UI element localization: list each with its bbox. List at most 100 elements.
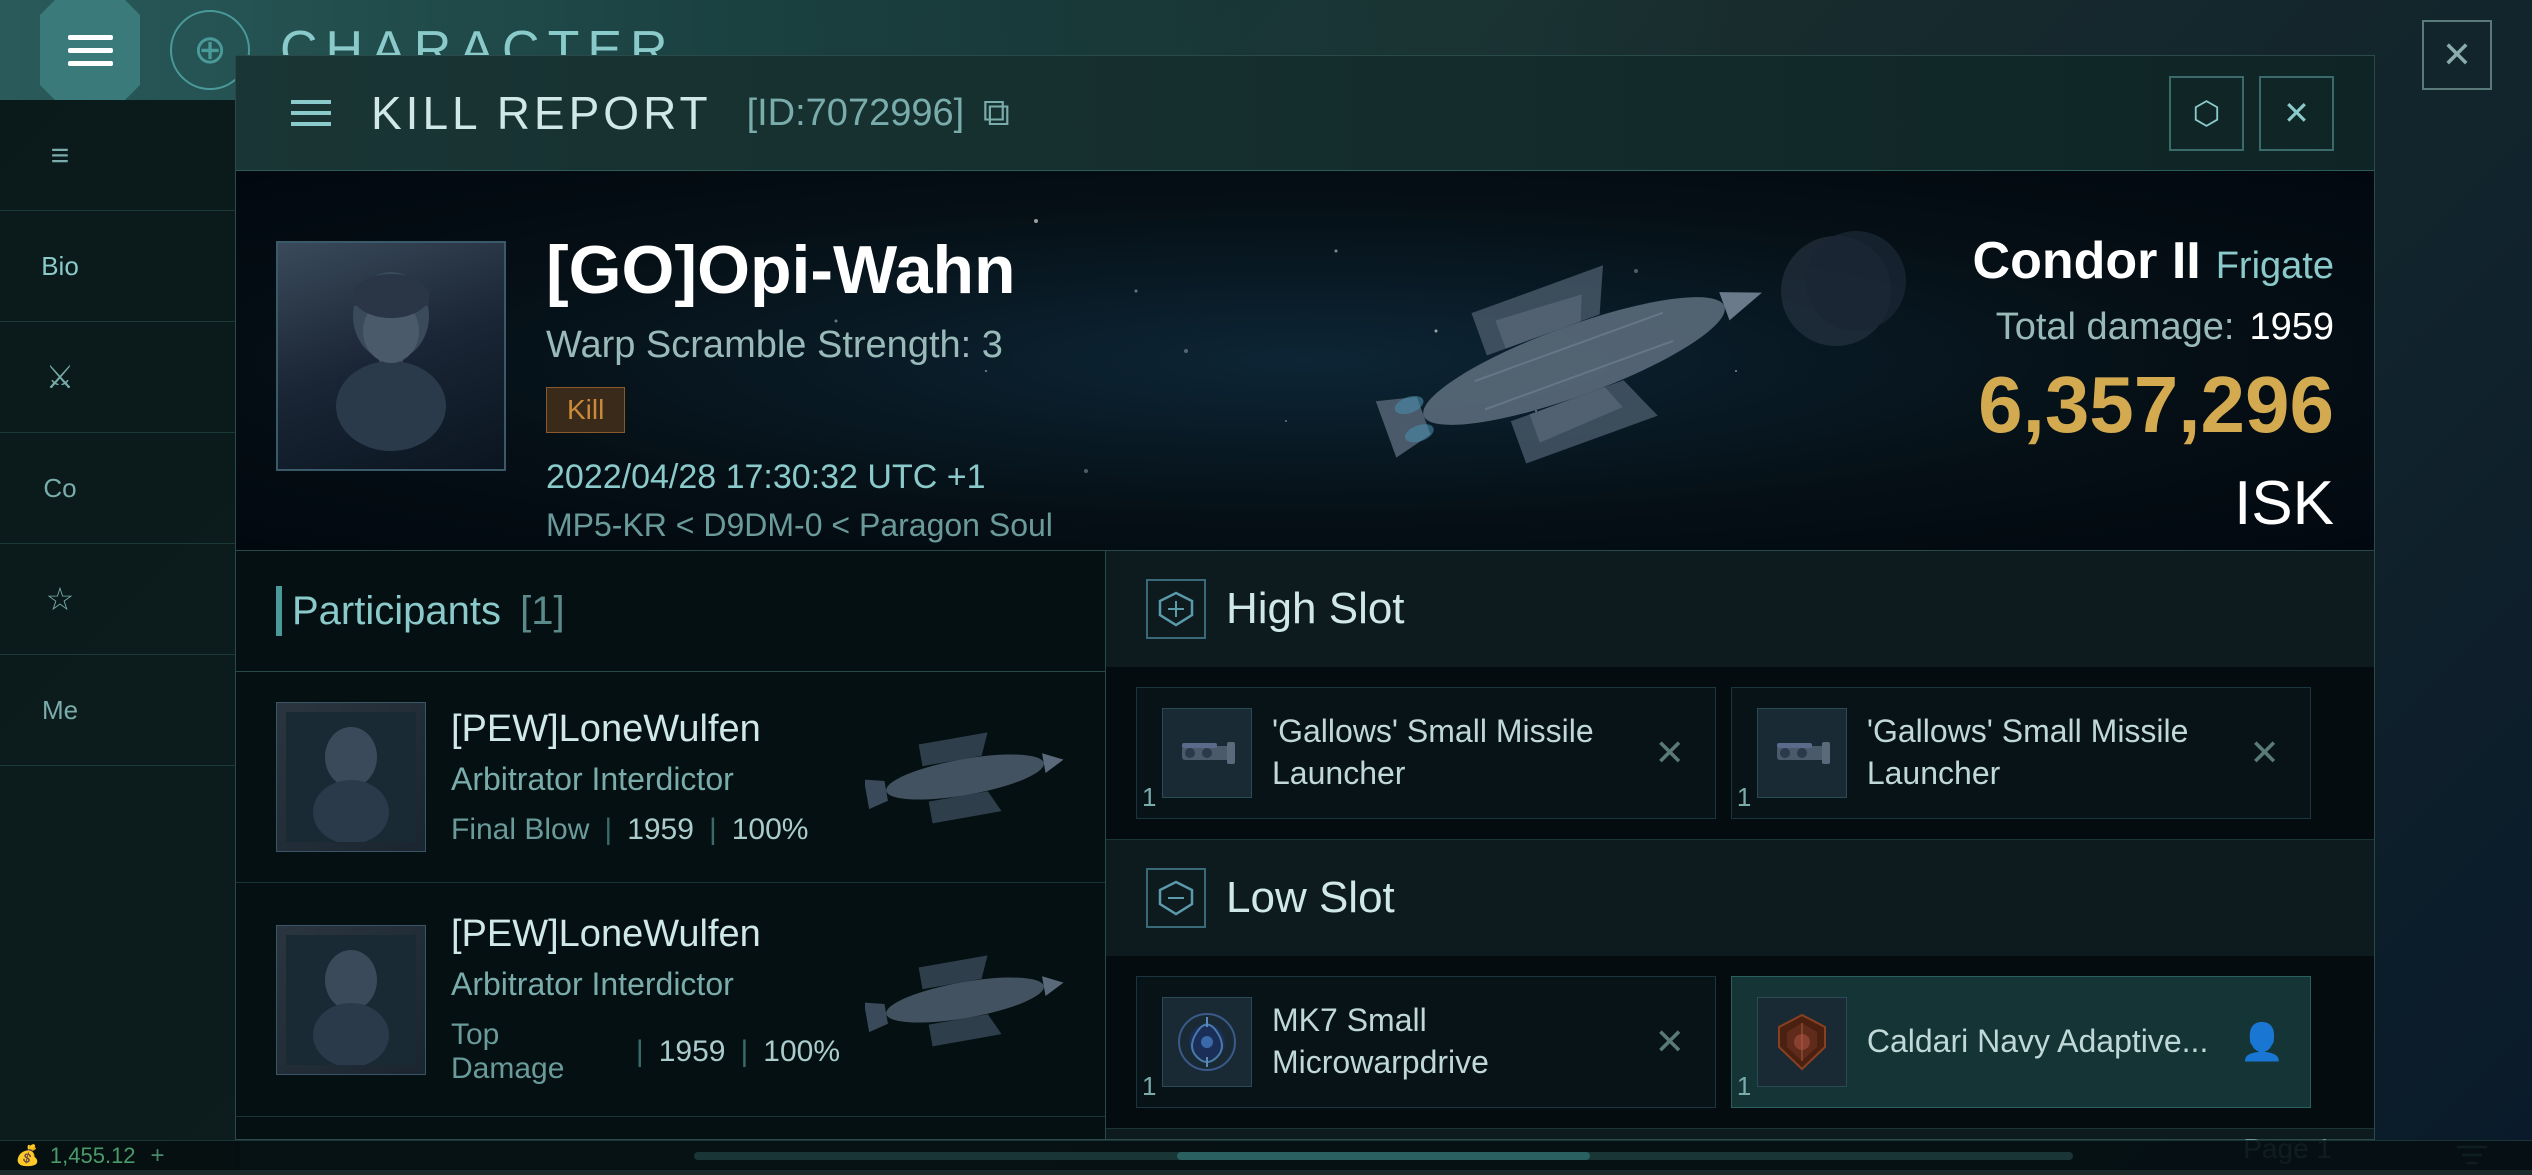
ship-class-row: Condor II Frigate	[1964, 231, 2334, 291]
kill-report-header: KILL REPORT [ID:7072996] ⧉ ⬡ ✕	[236, 56, 2374, 171]
low-slot-title: Low Slot	[1226, 873, 1395, 923]
participants-header: Participants [1]	[236, 551, 1105, 672]
participant-avatar-2	[276, 925, 426, 1075]
menu-icon	[68, 35, 113, 66]
total-damage-label: Total damage:	[1996, 306, 2235, 349]
victim-avatar	[276, 241, 506, 471]
me-icon: Me	[35, 685, 85, 735]
bio-icon: Bio	[35, 241, 85, 291]
sidebar-item-bio[interactable]: Bio	[0, 211, 239, 322]
co-icon: Co	[35, 463, 85, 513]
high-slot-section: High Slot 1	[1106, 551, 2374, 840]
participant-ship-img-1	[865, 717, 1065, 837]
app-close-button[interactable]: ✕	[2422, 20, 2492, 90]
high-slot-item-2[interactable]: 1 'Gallows' Small Missile Launcher	[1731, 687, 2311, 819]
character-silhouette-svg	[291, 256, 491, 456]
sidebar-item-combat[interactable]: ⚔	[0, 322, 239, 433]
main-content: Participants [1] [PEW]LoneWulfen Arbitra…	[236, 551, 2374, 1139]
low-slot-item-2-qty: 1	[1737, 1071, 1751, 1102]
ship-name: Condor II	[1973, 231, 2201, 291]
high-slot-item-1-close[interactable]: ✕	[1650, 727, 1690, 779]
high-slot-header: High Slot	[1106, 551, 2374, 667]
high-slot-title: High Slot	[1226, 584, 1405, 634]
low-slot-item-1-icon	[1162, 997, 1252, 1087]
kill-report-menu-button[interactable]	[276, 78, 346, 148]
low-slot-shield-svg	[1156, 878, 1196, 918]
kill-report-title: KILL REPORT	[371, 86, 712, 140]
low-slot-item-1-qty: 1	[1142, 1071, 1156, 1102]
low-slot-section: Low Slot 1	[1106, 840, 2374, 1129]
close-kill-report-button[interactable]: ✕	[2259, 76, 2334, 151]
low-slot-item-1-name: MK7 Small Microwarpdrive	[1272, 1000, 1630, 1083]
external-link-button[interactable]: ⬡	[2169, 76, 2244, 151]
menu-sidebar-icon: ≡	[35, 130, 85, 180]
wallet-bar: 💰 1,455.12 +	[0, 1140, 240, 1170]
shield-adaptive-svg	[1767, 1007, 1837, 1077]
participants-panel: Participants [1] [PEW]LoneWulfen Arbitra…	[236, 551, 1106, 1139]
header-actions: ⬡ ✕	[2169, 76, 2334, 151]
high-slot-item-1-icon	[1162, 708, 1252, 798]
participant-item-1[interactable]: [PEW]LoneWulfen Arbitrator Interdictor F…	[236, 672, 1105, 883]
missile-launcher-icon-svg-2	[1767, 718, 1837, 788]
high-slot-item-2-icon	[1757, 708, 1847, 798]
participant-2-avatar-svg	[286, 935, 416, 1065]
star-icon: ☆	[35, 574, 85, 624]
wallet-icon: 💰	[15, 1143, 40, 1168]
low-slot-item-1[interactable]: 1 MK7 Small Microwarpdrive	[1136, 976, 1716, 1108]
isk-label: ISK	[2234, 469, 2334, 538]
main-menu-button[interactable]	[40, 0, 140, 100]
left-sidebar: ≡ Bio ⚔ Co ☆ Me 💰 1,455.12 +	[0, 100, 240, 1170]
high-slot-item-1[interactable]: 1 'Gallows' Small Missile Launcher	[1136, 687, 1716, 819]
victim-date: 2022/04/28 17:30:32 UTC +1	[546, 458, 1224, 497]
slot-shield-svg	[1156, 589, 1196, 629]
mid-slot-header: Mid Slot	[1106, 1129, 2374, 1139]
participants-header-bar	[276, 586, 282, 636]
low-slot-icon	[1146, 868, 1206, 928]
total-damage-row: Total damage: 1959	[1964, 306, 2334, 349]
wallet-add-icon[interactable]: +	[151, 1142, 165, 1170]
victim-location: MP5-KR < D9DM-0 < Paragon Soul	[546, 507, 1224, 544]
high-slot-item-2-qty: 1	[1737, 782, 1751, 813]
scrollbar-track[interactable]	[694, 1152, 2072, 1160]
mid-slot-section: Mid Slot 1	[1106, 1129, 2374, 1139]
victim-avatar-inner	[278, 243, 504, 469]
kill-badge: Kill	[546, 387, 625, 433]
equipment-panel: High Slot 1	[1106, 551, 2374, 1139]
high-slot-item-2-close[interactable]: ✕	[2244, 727, 2284, 779]
high-slot-icon	[1146, 579, 1206, 639]
sidebar-item-menu[interactable]: ≡	[0, 100, 239, 211]
victim-info: [GO]Opi-Wahn Warp Scramble Strength: 3 K…	[546, 171, 1224, 550]
low-slot-item-2-icon	[1757, 997, 1847, 1087]
scrollbar-thumb[interactable]	[1177, 1152, 1590, 1160]
menu-line-1	[291, 100, 331, 104]
total-damage-value: 1959	[2249, 306, 2334, 349]
kill-report-id: [ID:7072996] ⧉	[747, 92, 1010, 135]
high-slot-item-2-name: 'Gallows' Small Missile Launcher	[1867, 711, 2225, 794]
low-slot-item-2-user-icon: 👤	[2240, 1021, 2285, 1063]
participant-name-2: [PEW]LoneWulfen	[451, 913, 840, 956]
high-slot-item-1-qty: 1	[1142, 782, 1156, 813]
participants-title: Participants [1]	[292, 589, 565, 634]
low-slot-item-2[interactable]: 1 Caldari Navy Adaptive... 👤	[1731, 976, 2311, 1108]
victim-warp-scramble: Warp Scramble Strength: 3	[546, 324, 1224, 367]
ship-stats: Condor II Frigate Total damage: 1959 6,3…	[1924, 171, 2374, 550]
low-slot-header: Low Slot	[1106, 840, 2374, 956]
low-slot-item-1-close[interactable]: ✕	[1650, 1016, 1690, 1068]
victim-section: [GO]Opi-Wahn Warp Scramble Strength: 3 K…	[236, 171, 2374, 551]
horizontal-scrollbar	[235, 1140, 2532, 1170]
menu-line-2	[291, 111, 331, 115]
sidebar-item-co[interactable]: Co	[0, 433, 239, 544]
participant-item-2[interactable]: [PEW]LoneWulfen Arbitrator Interdictor T…	[236, 883, 1105, 1117]
participant-info-1: [PEW]LoneWulfen Arbitrator Interdictor F…	[451, 708, 840, 847]
sidebar-item-me[interactable]: Me	[0, 655, 239, 766]
ship-body-group	[1359, 217, 1790, 504]
sidebar-item-star[interactable]: ☆	[0, 544, 239, 655]
ship-svg	[1299, 196, 1849, 526]
copy-icon[interactable]: ⧉	[983, 92, 1010, 134]
mwd-icon-svg	[1172, 1007, 1242, 1077]
participant-ship-img-2	[865, 940, 1065, 1060]
combat-icon: ⚔	[35, 352, 85, 402]
kill-report-panel: KILL REPORT [ID:7072996] ⧉ ⬡ ✕	[235, 55, 2375, 1140]
low-slot-items: 1 MK7 Small Microwarpdrive	[1106, 956, 2374, 1128]
participant-ship-1: Arbitrator Interdictor	[451, 761, 840, 798]
